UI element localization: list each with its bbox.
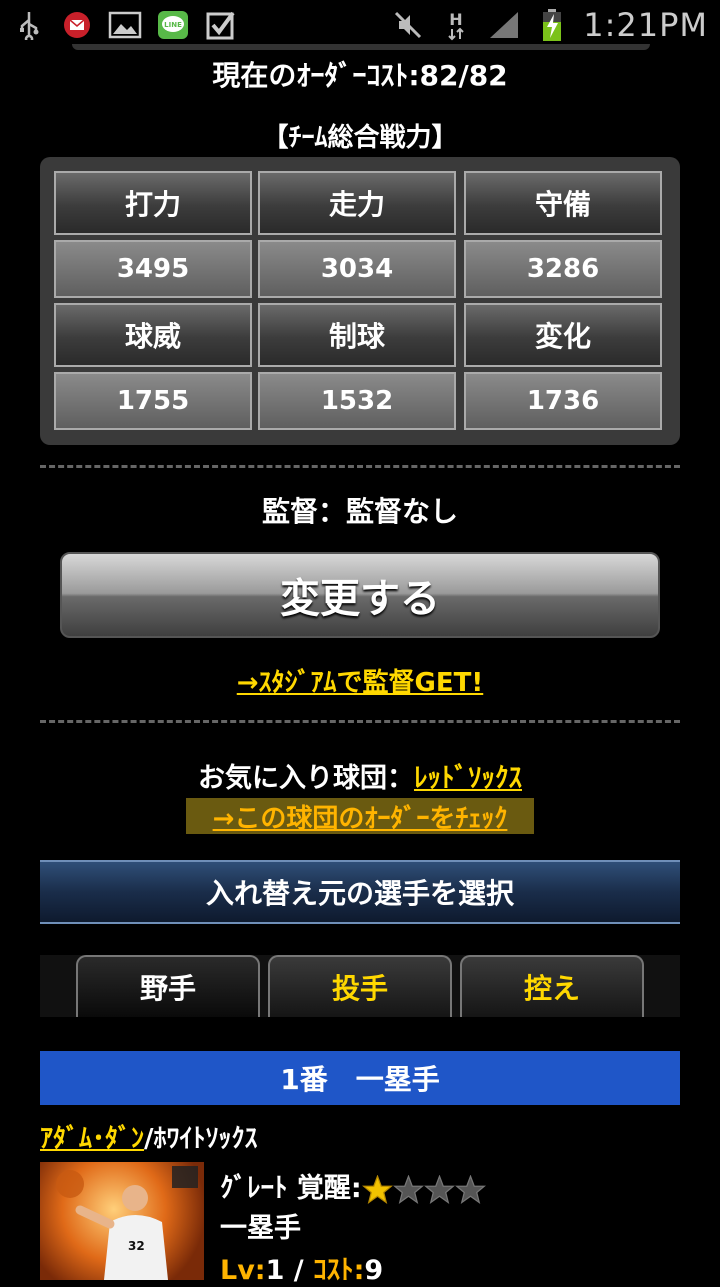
- cost-label: ｺｽﾄ:: [313, 1255, 365, 1286]
- tab-pitchers[interactable]: 投手: [268, 955, 452, 1017]
- tab-bench[interactable]: 控え: [460, 955, 644, 1017]
- stat-value-batting: 3495: [54, 240, 252, 298]
- manager-status: 監督：監督なし: [261, 495, 458, 528]
- team-power-panel: 打力 走力 守備 3495 3034 3286 球威 制球 変化 1755 15…: [40, 157, 680, 445]
- rarity-label: ｸﾞﾚｰﾄ 覚醒:: [220, 1173, 362, 1204]
- svg-text:LINE: LINE: [164, 21, 182, 29]
- stat-label-defense: 守備: [464, 171, 662, 235]
- usb-icon: [12, 10, 46, 40]
- stadium-manager-link[interactable]: →ｽﾀｼﾞｱﾑで監督GET!: [0, 662, 720, 699]
- star-empty-icon: [454, 1174, 486, 1205]
- level-cost-line: Lv:1 / ｺｽﾄ:9: [220, 1248, 383, 1287]
- level-value: 1: [265, 1255, 285, 1286]
- player-team: /ﾎﾜｲﾄｿｯｸｽ: [144, 1124, 258, 1154]
- task-icon: [204, 10, 238, 40]
- stat-label-breaking: 変化: [464, 303, 662, 367]
- select-player-banner: 入れ替え元の選手を選択: [40, 860, 680, 924]
- section-divider: [40, 465, 680, 468]
- star-filled-icon: [361, 1174, 393, 1205]
- favorite-team-line: お気に入り球団：ﾚｯﾄﾞｿｯｸｽ: [0, 756, 720, 795]
- stat-label-batting: 打力: [54, 171, 252, 235]
- batting-slot-header: 1番 一塁手: [40, 1051, 680, 1105]
- star-empty-icon: [423, 1174, 455, 1205]
- player-card-image[interactable]: 32: [40, 1162, 204, 1280]
- svg-text:H: H: [450, 10, 463, 29]
- change-manager-button[interactable]: 変更する: [60, 552, 660, 638]
- stat-label-velocity: 球威: [54, 303, 252, 367]
- status-bar: LINE H 1:21PM: [0, 0, 720, 50]
- cost-value: 9: [364, 1255, 384, 1286]
- stat-label-running: 走力: [258, 171, 456, 235]
- stat-value-running: 3034: [258, 240, 456, 298]
- favorite-team-link[interactable]: ﾚｯﾄﾞｿｯｸｽ: [414, 763, 522, 794]
- battery-charging-icon: [535, 9, 569, 41]
- uniform-number: 32: [128, 1239, 145, 1253]
- player-position: 一塁手: [220, 1213, 301, 1244]
- line-icon: LINE: [156, 10, 190, 40]
- rarity-line: ｸﾞﾚｰﾄ 覚醒:: [220, 1166, 486, 1205]
- hspa-data-icon: H: [439, 10, 473, 41]
- header-divider: [72, 44, 650, 50]
- order-cost: 現在のｵｰﾀﾞｰｺｽﾄ:82/82: [212, 59, 508, 92]
- stat-value-control: 1532: [258, 372, 456, 430]
- mute-icon: [391, 10, 425, 40]
- team-power-title: 【ﾁｰﾑ総合戦力】: [262, 123, 458, 153]
- tab-fielders[interactable]: 野手: [76, 955, 260, 1017]
- stat-value-breaking: 1736: [464, 372, 662, 430]
- gallery-icon: [108, 10, 142, 40]
- check-team-order-link[interactable]: →この球団のｵｰﾀﾞｰをﾁｪｯｸ: [186, 798, 534, 834]
- stadium-manager-link-text[interactable]: →ｽﾀｼﾞｱﾑで監督GET!: [237, 668, 483, 698]
- mail-icon: [60, 10, 94, 40]
- separator: /: [284, 1255, 314, 1286]
- level-label: Lv:: [220, 1255, 266, 1286]
- awakening-stars: [361, 1174, 486, 1206]
- clock: 1:21PM: [583, 6, 708, 44]
- stat-value-defense: 3286: [464, 240, 662, 298]
- player-name-link[interactable]: ｱﾀﾞﾑ･ﾀﾞﾝ: [40, 1124, 144, 1154]
- favorite-team-label: お気に入り球団：: [198, 763, 414, 794]
- player-name-line: ｱﾀﾞﾑ･ﾀﾞﾝ/ﾎﾜｲﾄｿｯｸｽ: [40, 1118, 258, 1155]
- star-empty-icon: [392, 1174, 424, 1205]
- stat-value-velocity: 1755: [54, 372, 252, 430]
- signal-icon: [487, 10, 521, 40]
- section-divider: [40, 720, 680, 723]
- stat-label-control: 制球: [258, 303, 456, 367]
